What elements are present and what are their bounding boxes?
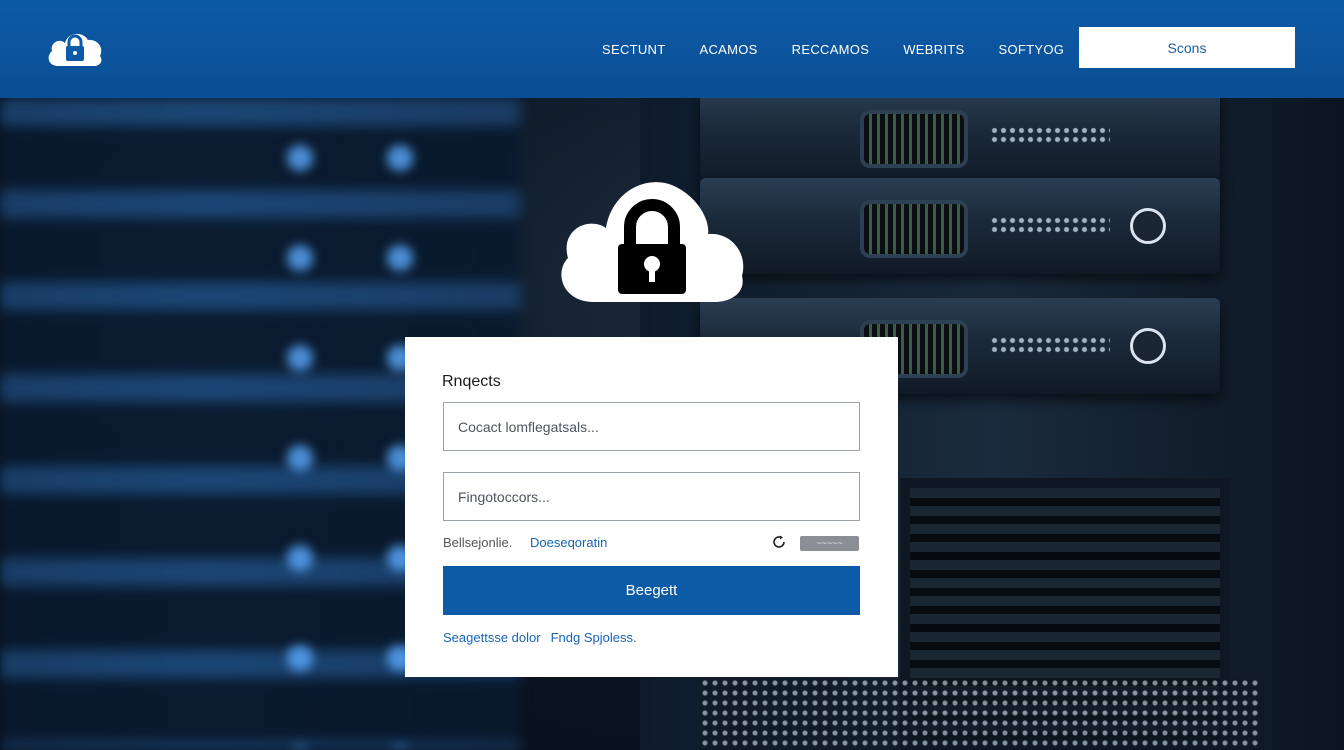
header-search-button[interactable]: Scons	[1079, 27, 1295, 68]
nav-item-5[interactable]: SOFTYOG	[999, 42, 1065, 57]
cloud-lock-hero-icon	[561, 182, 744, 302]
server-rack-panel	[700, 678, 1260, 750]
cloud-lock-logo-icon[interactable]	[44, 26, 106, 68]
server-unit	[700, 178, 1220, 274]
options-row: Bellsejonlie. Doeseqoratin ~~~~~	[443, 535, 860, 553]
footer-link-right[interactable]: Fndg Spjoless.	[551, 630, 637, 645]
server-unit	[700, 98, 1220, 184]
main-nav: SECTUNT ACAMOS RECCAMOS WEBRITS SOFTYOG	[602, 0, 1098, 98]
password-input[interactable]	[443, 472, 860, 521]
footer-links: Seagettsse dolor Fndg Spjoless.	[443, 630, 637, 645]
nav-item-2[interactable]: ACAMOS	[700, 42, 758, 57]
remember-label: Bellsejonlie.	[443, 535, 513, 550]
username-input[interactable]	[443, 402, 860, 451]
login-submit-button[interactable]: Beegett	[443, 566, 860, 615]
nav-item-1[interactable]: SECTUNT	[602, 42, 666, 57]
refresh-icon[interactable]	[771, 534, 787, 550]
footer-link-left[interactable]: Seagettsse dolor	[443, 630, 541, 645]
captcha-toggle[interactable]: ~~~~~	[800, 536, 859, 551]
nav-item-3[interactable]: RECCAMOS	[792, 42, 870, 57]
login-card: Rnqects Bellsejonlie. Doeseqoratin ~~~~~…	[405, 337, 898, 677]
nav-item-4[interactable]: WEBRITS	[903, 42, 964, 57]
login-title: Rnqects	[442, 373, 501, 390]
forgot-link[interactable]: Doeseqoratin	[530, 535, 607, 550]
top-navigation-bar: SECTUNT ACAMOS RECCAMOS WEBRITS SOFTYOG …	[0, 0, 1344, 98]
